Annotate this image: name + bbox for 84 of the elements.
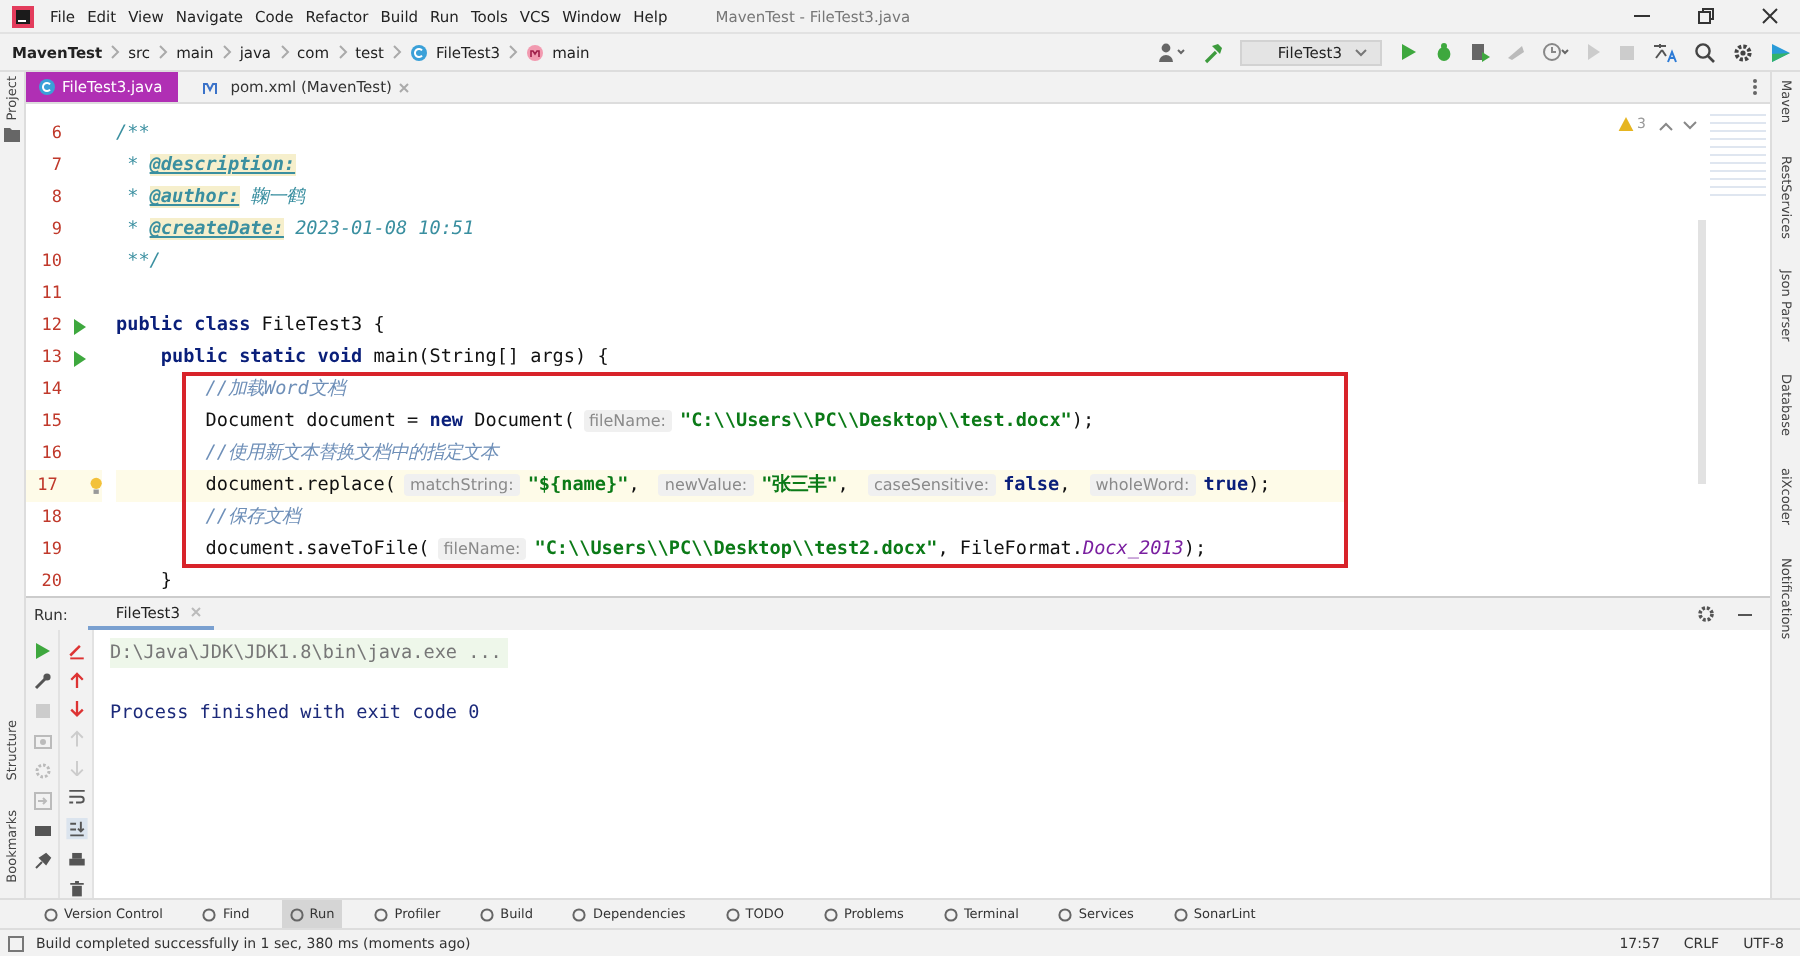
settings-icon[interactable] bbox=[1732, 41, 1754, 63]
edit-icon[interactable] bbox=[67, 642, 85, 660]
line-number: 8 bbox=[49, 188, 62, 208]
line-number: 12 bbox=[39, 316, 62, 336]
console-output-line: Process finished with exit code 0 bbox=[110, 700, 480, 728]
code-line: document.replace( matchString: "${name}", newValue: "张三丰", caseSensitive: false, wholeWord: true); bbox=[203, 472, 1271, 500]
chevron-icon bbox=[110, 44, 121, 60]
panel-toggle-icon[interactable] bbox=[8, 935, 24, 951]
circle-icon bbox=[1173, 907, 1188, 921]
rerun-icon[interactable] bbox=[33, 642, 51, 660]
soft-wrap-icon[interactable] bbox=[67, 788, 85, 807]
printer-icon[interactable] bbox=[67, 851, 85, 869]
code-line: } bbox=[158, 568, 172, 596]
line-number: 17 bbox=[35, 476, 58, 496]
code-line: * @author: 鞠一鹤 bbox=[125, 184, 305, 212]
line-number: 10 bbox=[39, 252, 62, 272]
line-number: 16 bbox=[39, 444, 62, 464]
app-logo-icon bbox=[12, 5, 34, 27]
chevron-icon bbox=[337, 44, 348, 60]
circle-icon bbox=[943, 907, 958, 921]
line-number: 18 bbox=[39, 508, 62, 528]
translate-icon[interactable] bbox=[1652, 41, 1678, 63]
line-number: 6 bbox=[49, 124, 62, 144]
chevron-icon bbox=[221, 44, 232, 60]
line-number: 9 bbox=[49, 220, 62, 240]
navigation-arrows-icon[interactable] bbox=[1658, 120, 1698, 132]
code-line: public class FileTest3 { bbox=[116, 312, 385, 340]
bug-icon[interactable] bbox=[1434, 42, 1454, 62]
settings-icon[interactable] bbox=[1696, 604, 1716, 624]
run-icon[interactable] bbox=[72, 317, 88, 335]
class-icon bbox=[38, 78, 56, 96]
circle-icon bbox=[823, 907, 838, 921]
code-line: //加载Word文档 bbox=[203, 376, 345, 404]
code-line: //保存文档 bbox=[203, 504, 300, 532]
circle-icon bbox=[1058, 907, 1073, 921]
clock-icon[interactable] bbox=[1542, 42, 1570, 62]
code-line: //使用新文本替换文档中的指定文本 bbox=[203, 440, 498, 468]
method-icon bbox=[526, 43, 545, 61]
circle-icon bbox=[374, 907, 389, 921]
line-number: 11 bbox=[39, 284, 62, 304]
code-line: /** bbox=[116, 120, 150, 148]
code-line: * @createDate: 2023-01-08 10:51 bbox=[125, 216, 475, 244]
close-icon[interactable] bbox=[1760, 6, 1780, 26]
code-line: **/ bbox=[125, 248, 161, 276]
coverage-icon[interactable] bbox=[1470, 42, 1490, 62]
scroll-to-end-icon[interactable] bbox=[65, 818, 87, 840]
circle-icon bbox=[725, 907, 740, 921]
folder-icon bbox=[4, 128, 20, 143]
line-number: 13 bbox=[39, 348, 62, 368]
circle-icon bbox=[572, 907, 587, 921]
search-icon[interactable] bbox=[1694, 41, 1716, 63]
line-number: 7 bbox=[49, 156, 62, 176]
line-number: 19 bbox=[39, 540, 62, 560]
code-line: * @description: bbox=[125, 152, 296, 180]
wrench-icon[interactable] bbox=[33, 672, 51, 690]
class-icon bbox=[409, 43, 428, 61]
chevron-icon bbox=[158, 44, 169, 60]
up-arrow-icon[interactable] bbox=[67, 671, 85, 689]
chevron-icon bbox=[508, 44, 519, 60]
user-icon[interactable] bbox=[1157, 42, 1186, 62]
down-arrow-icon[interactable] bbox=[67, 700, 85, 719]
pin-icon[interactable] bbox=[33, 852, 51, 870]
code-line: document.saveToFile( fileName: "C:\\Users\\PC\\Desktop\\test2.docx", FileFormat.Docx_2013); bbox=[203, 536, 1207, 564]
code-line: Document document = new Document( fileName: "C:\\Users\\PC\\Desktop\\test.docx"); bbox=[203, 408, 1095, 436]
more-icon[interactable] bbox=[1752, 78, 1758, 96]
chevron-icon bbox=[279, 44, 290, 60]
circle-icon bbox=[44, 907, 58, 921]
trash-icon[interactable] bbox=[67, 880, 85, 898]
layout-icon[interactable] bbox=[33, 822, 51, 840]
run-icon[interactable] bbox=[1398, 42, 1418, 62]
line-number: 14 bbox=[39, 380, 62, 400]
code-line: public static void main(String[] args) { bbox=[158, 344, 609, 372]
circle-icon bbox=[202, 907, 217, 921]
lightbulb-icon[interactable] bbox=[89, 476, 102, 496]
plugin-logo-icon[interactable] bbox=[1770, 41, 1792, 63]
hammer-icon[interactable] bbox=[1201, 41, 1224, 63]
line-number: 20 bbox=[39, 572, 62, 592]
restore-icon[interactable] bbox=[1696, 6, 1716, 26]
line-number: 15 bbox=[39, 412, 62, 432]
circle-icon bbox=[480, 907, 495, 921]
run-icon[interactable] bbox=[72, 349, 88, 367]
chevron-icon bbox=[391, 44, 402, 60]
caret-icon bbox=[1354, 47, 1368, 57]
circle-icon bbox=[289, 907, 304, 921]
